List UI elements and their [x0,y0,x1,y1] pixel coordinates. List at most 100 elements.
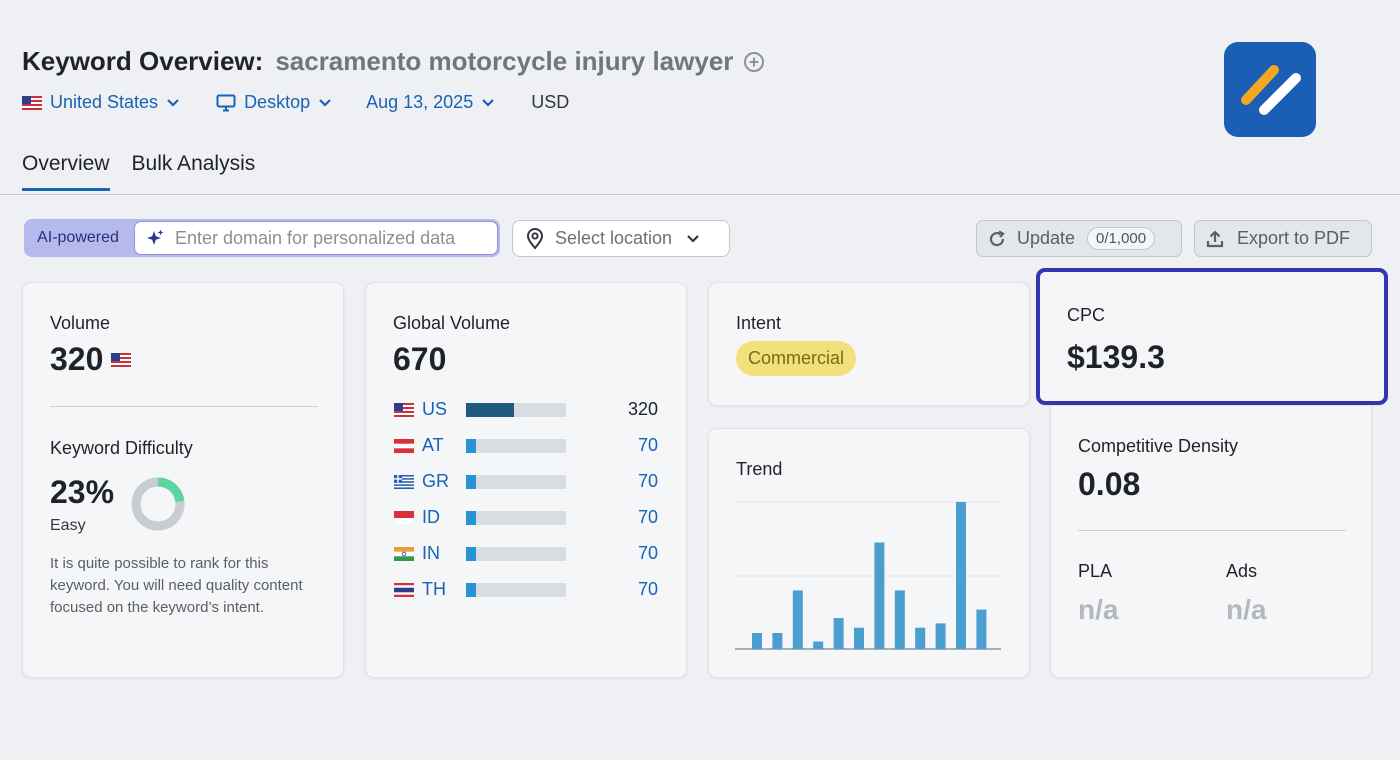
trend-bar[interactable] [854,627,864,649]
upload-icon [1206,229,1224,247]
ads-label: Ads [1226,561,1258,581]
cpc-label: CPC [1067,305,1106,325]
chevron-down-icon [319,98,331,107]
country-code: IN [422,543,440,563]
intent-card: Intent Commercial [708,282,1030,406]
country-code: TH [422,579,446,599]
country-volume[interactable]: 70 [566,435,658,456]
chevron-down-icon [167,98,179,107]
pla-label: PLA [1078,561,1113,581]
kd-label: Keyword Difficulty [50,438,193,458]
kd-description: It is quite possible to rank for this ke… [50,555,303,616]
location-placeholder: Select location [555,228,673,248]
country-label: United States [50,92,159,112]
add-circle-icon[interactable] [743,51,765,73]
country-row-us: US 320 [394,399,658,420]
country-volume-bar-fill [466,510,476,525]
page-title: Keyword Overview: [22,46,264,76]
volume-value: 320 [50,341,104,377]
device-dropdown[interactable]: Desktop [216,92,332,113]
export-label: Export to PDF [1237,228,1351,248]
app-logo [1224,42,1316,137]
country-volume: 320 [627,399,658,419]
domain-input-placeholder: Enter domain for personalized data [175,227,456,248]
in-flag-icon [394,546,414,561]
country-volume-bar [466,438,566,453]
sparkle-icon [147,229,164,245]
volume-value-row: 320 [50,341,132,378]
country-row-gr: GR 70 [394,471,658,492]
country-code: AT [422,435,444,455]
location-pin-icon [526,227,544,250]
global-volume-card: Global Volume 670 US 320 AT 70 GR 70 ID … [365,282,687,678]
export-pdf-button[interactable]: Export to PDF [1194,220,1372,257]
country-row-in: IN 70 [394,543,658,564]
trend-label: Trend [736,459,783,479]
refresh-icon [989,230,1005,246]
kd-donut-chart [131,477,185,531]
divider [1078,530,1346,531]
intent-label: Intent [736,313,782,333]
currency-label: USD [531,92,570,112]
country-volume-bar-fill [466,582,476,597]
id-flag-icon [394,510,414,525]
country-code: US [422,399,448,419]
ads-value: n/a [1226,594,1267,625]
country-volume[interactable]: 70 [566,471,658,492]
kd-rating: Easy [50,517,86,534]
trend-bar[interactable] [792,590,803,649]
trend-bar[interactable] [935,623,946,649]
update-button[interactable]: Update 0/1,000 [976,220,1182,257]
trend-chart [735,501,1001,650]
tab-overview[interactable]: Overview [22,152,110,191]
update-label: Update [1017,228,1076,248]
tab-bulk-analysis[interactable]: Bulk Analysis [132,152,256,191]
ai-domain-search: AI-powered Enter domain for personalized… [24,219,500,257]
country-row-id: ID 70 [394,507,658,528]
cd-value: 0.08 [1078,466,1141,502]
trend-bar[interactable] [833,618,844,649]
volume-card: Volume 320 Keyword Difficulty 23% Easy I… [22,282,344,678]
country-dropdown[interactable]: United States [22,92,180,113]
trend-bar[interactable] [752,633,762,649]
country-volume-bar-fill [466,438,476,453]
global-volume-value: 670 [393,341,447,377]
trend-bar[interactable] [976,609,987,649]
country-volume[interactable]: 70 [566,579,658,600]
trend-bar[interactable] [894,590,905,649]
country-volume[interactable]: 70 [566,543,658,564]
trend-card: Trend [708,428,1030,678]
country-code: GR [422,471,449,491]
tab-bar: Overview Bulk Analysis [22,152,277,191]
date-dropdown[interactable]: Aug 13, 2025 [366,92,495,113]
country-volume-bar [466,474,566,489]
domain-input[interactable]: Enter domain for personalized data [134,221,498,255]
country-volume[interactable]: 70 [566,507,658,528]
cpc-card: CPC $139.3 [1036,268,1388,405]
trend-bar[interactable] [772,633,783,649]
cpc-value: $139.3 [1067,339,1165,375]
chevron-down-icon [482,98,494,107]
country-volume-bar [466,546,566,561]
cd-label: Competitive Density [1078,436,1239,456]
location-select[interactable]: Select location [512,220,730,257]
date-label: Aug 13, 2025 [366,92,474,112]
at-flag-icon [394,438,414,453]
pla-value: n/a [1078,594,1119,625]
country-volume-bar [466,510,566,525]
page-header: Keyword Overview: sacramento motorcycle … [22,46,765,77]
volume-label: Volume [50,313,111,333]
country-volume-bar-fill [466,474,476,489]
intent-badge: Commercial [736,341,857,376]
trend-bar[interactable] [915,627,926,649]
global-volume-label: Global Volume [393,313,511,333]
country-row-th: TH 70 [394,579,658,600]
trend-bar[interactable] [956,502,966,649]
device-label: Desktop [244,92,311,112]
gr-flag-icon [394,474,414,489]
trend-bar[interactable] [813,641,824,650]
country-volume-bar-fill [466,546,476,561]
ai-powered-badge: AI-powered [37,229,119,246]
kd-value: 23% [50,474,115,510]
trend-bar[interactable] [874,542,885,650]
